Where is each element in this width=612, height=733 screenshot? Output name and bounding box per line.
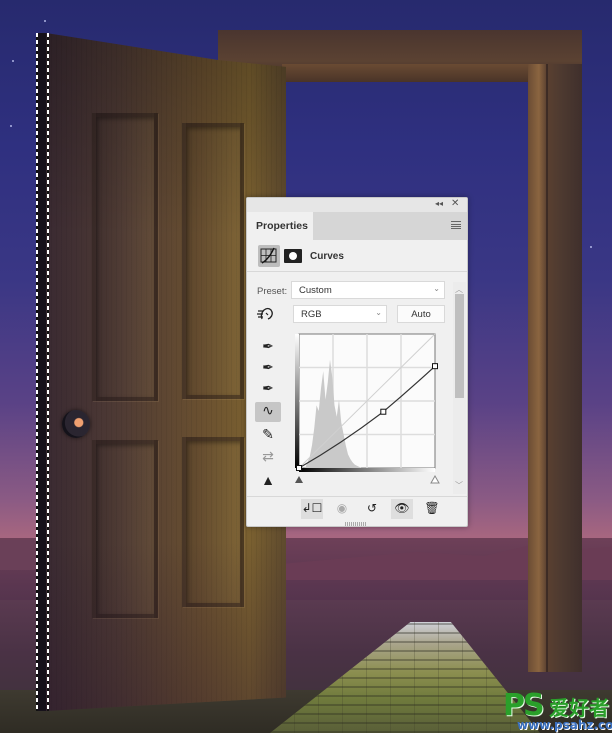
collapse-icon[interactable]: ◂◂ (435, 199, 443, 208)
visibility-eye-icon[interactable]: 👁 (391, 499, 413, 519)
sample-gray-point-icon[interactable]: ✒ (255, 359, 281, 379)
smooth-curve-icon[interactable]: ⇄ (255, 448, 281, 468)
sample-white-point-icon[interactable]: ✒ (255, 380, 281, 400)
curve-control-point[interactable] (432, 363, 438, 370)
watermark-chinese: 爱好者 (549, 696, 609, 720)
panel-scrollbar[interactable]: ︿ ﹀ (453, 282, 466, 494)
curve-control-point[interactable] (296, 465, 302, 471)
auto-button[interactable]: Auto (397, 305, 445, 323)
star (10, 125, 12, 127)
clip-to-layer-icon[interactable]: ↲☐ (301, 499, 323, 519)
door-frame-edge (546, 64, 548, 672)
on-image-adjustment-icon[interactable] (256, 306, 276, 322)
panel-bottom-bar: ↲☐ ◉ ↺ 👁 🗑 (247, 496, 467, 520)
curves-adjustment-icon[interactable] (258, 245, 280, 267)
black-point-slider[interactable] (295, 476, 303, 483)
panel-tab-bar: Properties (247, 212, 467, 240)
star (12, 60, 14, 62)
layer-mask-icon[interactable] (284, 249, 302, 263)
pencil-icon[interactable]: ✎ (255, 426, 281, 446)
watermark-url: www.psahz.com (517, 718, 612, 732)
curves-graph-svg[interactable] (291, 330, 441, 490)
door-frame-right (528, 64, 582, 672)
preset-value: Custom (299, 285, 332, 296)
close-icon[interactable]: ✕ (451, 198, 459, 209)
chevron-down-icon: ⌄ (375, 308, 382, 317)
channel-value: RGB (301, 309, 322, 320)
panel-menu-icon[interactable] (451, 221, 461, 229)
output-gradient-bar (295, 334, 299, 468)
adjustment-header: Curves (247, 240, 467, 272)
sample-black-point-icon[interactable]: ✒ (255, 338, 281, 358)
door-knob (62, 410, 90, 438)
door-frame-lintel (282, 64, 548, 82)
curves-graph[interactable] (291, 330, 441, 490)
chevron-down-icon: ⌄ (433, 284, 440, 293)
clipping-warning-icon[interactable]: ▲ (255, 472, 281, 492)
resize-grip[interactable] (345, 522, 367, 526)
curve-control-point[interactable] (380, 408, 387, 415)
curve-points-icon[interactable]: ∿ (255, 402, 281, 422)
channel-dropdown[interactable]: RGB ⌄ (293, 305, 387, 323)
selection-marquee[interactable] (36, 33, 38, 711)
star (44, 20, 46, 22)
tab-properties[interactable]: Properties (247, 212, 313, 240)
selection-marquee[interactable] (47, 33, 49, 711)
scroll-down-icon[interactable]: ﹀ (455, 480, 463, 491)
star (590, 246, 592, 248)
preset-label: Preset: (257, 286, 288, 297)
delete-icon[interactable]: 🗑 (421, 499, 443, 519)
white-point-slider[interactable] (430, 474, 440, 484)
input-gradient-bar (299, 468, 435, 472)
adjustment-title: Curves (310, 251, 344, 262)
scroll-thumb[interactable] (455, 294, 464, 398)
reset-icon[interactable]: ↺ (361, 499, 383, 519)
properties-panel: ◂◂ ✕ Properties Curves ︿ ﹀ Preset: Custo… (246, 197, 468, 527)
view-previous-state-icon[interactable]: ◉ (331, 499, 353, 519)
panel-title-bar[interactable]: ◂◂ ✕ (247, 198, 467, 212)
preset-dropdown[interactable]: Custom ⌄ (291, 281, 445, 299)
